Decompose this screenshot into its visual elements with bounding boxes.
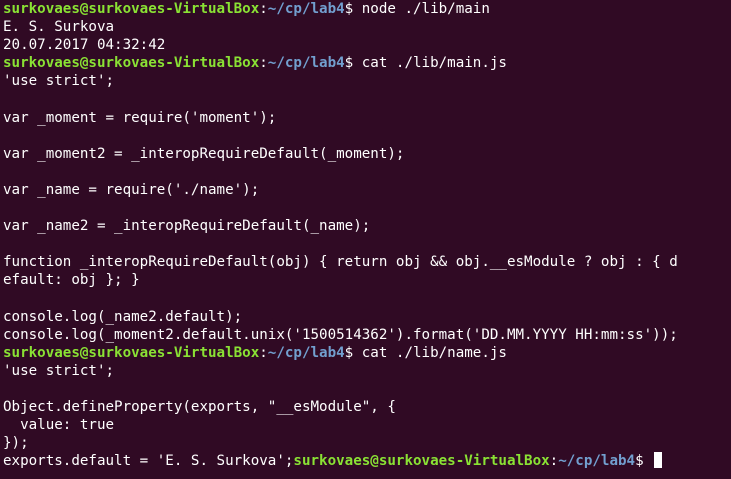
prompt-user-host: surkovaes@surkovaes-VirtualBox <box>3 1 260 17</box>
command-text: cat ./lib/main.js <box>361 55 507 72</box>
output-line: var _moment = require('moment'); <box>3 109 277 126</box>
command-line-active: exports.default = 'E. S. Surkova';surkov… <box>3 452 731 470</box>
prompt-symbol: $ <box>344 1 362 17</box>
output-line: E. S. Surkova <box>3 19 115 36</box>
prompt-path: ~/cp/lab4 <box>558 453 636 470</box>
output-line: 'use strict'; <box>3 73 115 90</box>
prompt-user-host: surkovaes@surkovaes-VirtualBox <box>3 55 260 72</box>
prompt-symbol: $ <box>635 453 653 470</box>
output-line: var _moment2 = _interopRequireDefault(_m… <box>3 145 405 162</box>
output-line: function _interopRequireDefault(obj) { r… <box>3 254 678 271</box>
prompt-user-host: surkovaes@surkovaes-VirtualBox <box>293 453 550 470</box>
prompt-symbol: $ <box>344 55 362 72</box>
prompt-path: ~/cp/lab4 <box>267 1 345 17</box>
command-line: surkovaes@surkovaes-VirtualBox:~/cp/lab4… <box>3 0 731 18</box>
output-line: }); <box>3 435 29 452</box>
output-line: efault: obj }; } <box>3 272 140 289</box>
prompt-separator: : <box>259 1 268 17</box>
command-line: surkovaes@surkovaes-VirtualBox:~/cp/lab4… <box>3 54 731 72</box>
prompt-path: ~/cp/lab4 <box>267 55 345 72</box>
output-line: var _name2 = _interopRequireDefault(_nam… <box>3 218 371 235</box>
prompt-separator: : <box>549 453 559 470</box>
output-line: var _name = require('./name'); <box>3 181 260 198</box>
text-cursor <box>654 452 663 469</box>
prompt-separator: : <box>259 55 268 72</box>
command-text: cat ./lib/name.js <box>361 344 507 361</box>
prompt-user-host: surkovaes@surkovaes-VirtualBox <box>3 344 260 361</box>
output-line: 20.07.2017 04:32:42 <box>3 37 166 54</box>
output-line: console.log(_name2.default); <box>3 308 243 325</box>
command-line: surkovaes@surkovaes-VirtualBox:~/cp/lab4… <box>3 344 731 362</box>
prompt-path: ~/cp/lab4 <box>267 344 345 361</box>
output-line: value: true <box>3 417 115 434</box>
prompt-separator: : <box>259 344 268 361</box>
terminal-window[interactable]: surkovaes@surkovaes-VirtualBox:~/cp/lab4… <box>0 0 731 479</box>
output-text: exports.default = 'E. S. Surkova'; <box>3 453 294 470</box>
output-line: 'use strict'; <box>3 362 115 379</box>
output-line: console.log(_moment2.default.unix('15005… <box>3 326 678 343</box>
command-text: node ./lib/main <box>361 1 490 17</box>
output-line: Object.defineProperty(exports, "__esModu… <box>3 399 396 416</box>
prompt-symbol: $ <box>344 344 362 361</box>
